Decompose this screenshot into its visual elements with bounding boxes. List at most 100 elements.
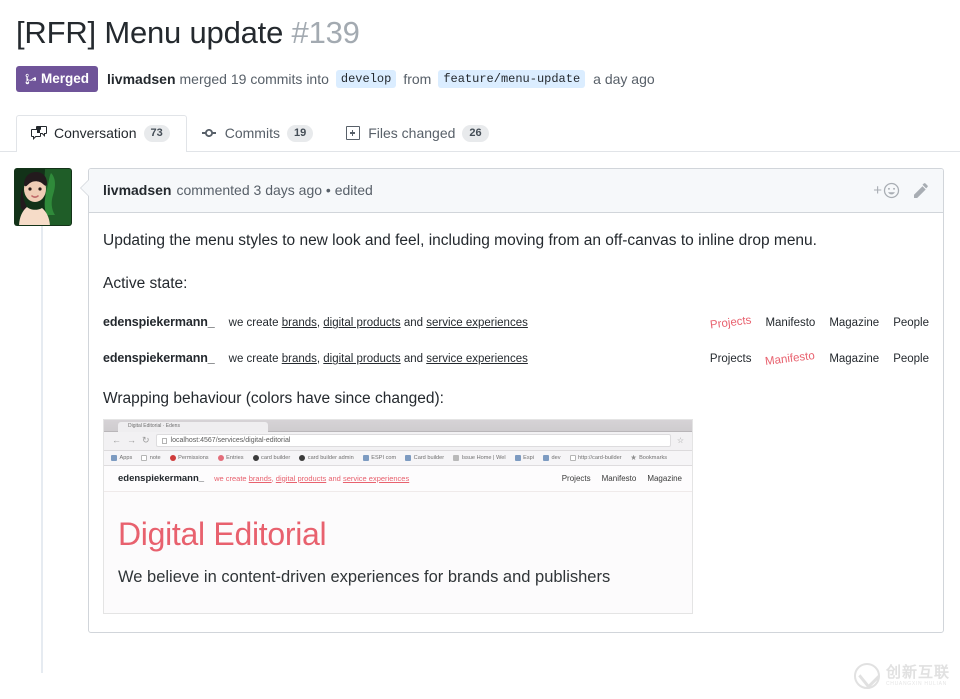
bookmark-permissions[interactable]: Permissions	[169, 454, 209, 461]
mock-nav-item-magazine-2[interactable]: Magazine	[829, 353, 879, 365]
mock-tagline-link-services-1[interactable]: service experiences	[426, 317, 528, 329]
bookmark-label: http://card-builder	[578, 454, 622, 461]
add-reaction-button[interactable]: +	[873, 182, 900, 199]
bookmark-note[interactable]: note	[141, 454, 161, 461]
embedded-tagline-link-services[interactable]: service experiences	[343, 474, 409, 483]
mock-tagline-link-products-2[interactable]: digital products	[323, 353, 400, 365]
tab-conversation[interactable]: Conversation 73	[16, 114, 187, 152]
embedded-nav-manifesto[interactable]: Manifesto	[602, 474, 637, 483]
git-merge-icon	[25, 73, 36, 84]
watermark-text: 创新互联 CHUANGXIN HULIAN	[886, 665, 950, 687]
base-branch-chip[interactable]: develop	[335, 69, 397, 88]
bookmark-entries[interactable]: Entries	[217, 454, 244, 461]
bookmark-dev[interactable]: dev	[543, 454, 561, 461]
embedded-nav-projects[interactable]: Projects	[562, 474, 591, 483]
bookmark-folder[interactable]: Bookmarks	[630, 454, 667, 461]
star-icon[interactable]: ☆	[677, 436, 684, 445]
bookmark-card-builder-2[interactable]: Card builder	[405, 454, 444, 461]
tab-commits-count: 19	[286, 124, 314, 142]
browser-url-text: localhost:4567/services/digital-editoria…	[170, 437, 291, 444]
apps-icon	[514, 454, 521, 461]
head-branch-chip[interactable]: feature/menu-update	[438, 69, 586, 88]
apps-icon	[111, 454, 117, 461]
bookmark-issue-home[interactable]: Issue Home | Wel	[453, 454, 506, 461]
comment-paragraph-1: Updating the menu styles to new look and…	[103, 231, 817, 249]
comment-body: Updating the menu styles to new look and…	[89, 213, 943, 633]
favicon	[169, 454, 176, 461]
comment-box: livmadsen commented 3 days ago • edited …	[80, 167, 944, 634]
bookmark-label: Issue Home | Wel	[461, 454, 506, 461]
bookmark-card-builder-url[interactable]: http://card-builder	[569, 454, 622, 461]
bookmark-apps[interactable]: Apps	[111, 454, 133, 461]
diff-file-icon	[346, 126, 361, 141]
mock-tagline-prefix-1: we create	[228, 317, 282, 330]
status-badge-label: Merged	[41, 71, 90, 86]
embedded-tagline-link-brands[interactable]: brands	[249, 474, 272, 483]
bookmark-label: card builder	[261, 454, 291, 461]
tab-conversation-count: 73	[143, 124, 170, 142]
bookmark-label: ESPI com	[371, 454, 397, 461]
browser-url-input[interactable]: localhost:4567/services/digital-editoria…	[155, 434, 671, 447]
favicon	[453, 454, 460, 461]
bookmark-label: note	[149, 454, 161, 461]
mock-tagline-link-products-1[interactable]: digital products	[323, 317, 400, 329]
comment-container: livmadsen commented 3 days ago • edited …	[80, 167, 944, 634]
bookmark-label: Espi	[523, 454, 534, 461]
mock-tagline-2: we create brands, digital products and s…	[229, 353, 528, 365]
avatar-image	[15, 168, 71, 225]
pencil-icon	[914, 182, 928, 198]
comment-actions: +	[873, 182, 931, 199]
bookmark-espi[interactable]: Espi	[514, 454, 534, 461]
browser-tab: Digital Editorial · Edens	[118, 421, 268, 432]
embedded-page: edenspiekermann_ we create brands, digit…	[104, 465, 692, 614]
mock-nav-item-projects-1[interactable]: Projects	[709, 315, 752, 332]
mock-brand-1: edenspiekermann_	[103, 315, 215, 330]
mock-nav-item-manifesto-1[interactable]: Manifesto	[765, 317, 815, 329]
comment-paragraph-2: Active state:	[103, 275, 188, 292]
bookmark-label: Permissions	[178, 454, 209, 461]
pr-tabs: Conversation 73 Commits 19 Files changed…	[0, 112, 960, 152]
star-icon	[630, 454, 637, 460]
pr-number: #139	[291, 15, 360, 50]
reload-icon[interactable]: ↻	[142, 436, 150, 445]
bookmark-label: Apps	[119, 454, 133, 461]
mock-tagline-link-services-2[interactable]: service experiences	[426, 353, 528, 365]
embedded-nav-magazine[interactable]: Magazine	[647, 474, 682, 483]
comment-paragraph-3: Wrapping behaviour (colors have since ch…	[103, 390, 444, 408]
avatar[interactable]	[14, 167, 72, 226]
bookmark-card-builder-admin[interactable]: card builder admin	[299, 454, 354, 461]
bookmark-label: dev	[551, 454, 561, 461]
bookmark-espi-com[interactable]: ESPI com	[362, 454, 397, 461]
plus-icon: +	[873, 181, 882, 199]
back-arrow-icon[interactable]: ←	[112, 436, 121, 445]
comment-author[interactable]: livmadsen	[103, 182, 171, 198]
github-icon	[299, 454, 306, 461]
mock-nav-item-magazine-1[interactable]: Magazine	[829, 317, 879, 329]
pr-title-text: [RFR] Menu update	[16, 15, 284, 50]
embedded-browser-screenshot: Digital Editorial · Edens ← → ↻ localhos…	[103, 418, 693, 615]
embedded-tagline-link-products[interactable]: digital products	[276, 474, 326, 483]
forward-arrow-icon[interactable]: →	[127, 436, 136, 445]
mock-nav-item-people-1[interactable]: People	[893, 317, 929, 329]
mock-tagline-mid-1: and	[400, 317, 427, 330]
mock-tagline-link-brands-1[interactable]: brands	[282, 317, 317, 329]
status-badge: Merged	[16, 65, 99, 92]
embedded-tagline: we create brands, digital products and s…	[214, 474, 409, 483]
mock-nav-item-projects-2[interactable]: Projects	[710, 353, 752, 365]
pr-author[interactable]: livmadsen	[107, 71, 175, 87]
edit-comment-button[interactable]	[914, 182, 931, 199]
tab-files-changed[interactable]: Files changed 26	[330, 115, 505, 152]
menu-mock-row-1: edenspiekermann_ we create brands, digit…	[103, 315, 929, 332]
embedded-nav: Projects Manifesto Magazine	[562, 474, 682, 483]
mock-nav-item-manifesto-2[interactable]: Manifesto	[765, 350, 816, 368]
mock-nav-item-people-2[interactable]: People	[893, 353, 929, 365]
pr-header: [RFR] Menu update #139 Merged livmadsen …	[0, 0, 960, 92]
mock-tagline-link-brands-2[interactable]: brands	[282, 353, 317, 365]
merge-timestamp: a day ago	[593, 70, 655, 87]
mock-tagline-1: we create brands, digital products and s…	[229, 317, 528, 329]
apps-icon	[543, 454, 549, 461]
tab-commits[interactable]: Commits 19	[187, 115, 330, 152]
watermark: 创新互联 CHUANGXIN HULIAN	[853, 663, 950, 689]
pr-meta: Merged livmadsen merged 19 commits into …	[16, 65, 944, 92]
bookmark-card-builder[interactable]: card builder	[252, 454, 291, 461]
